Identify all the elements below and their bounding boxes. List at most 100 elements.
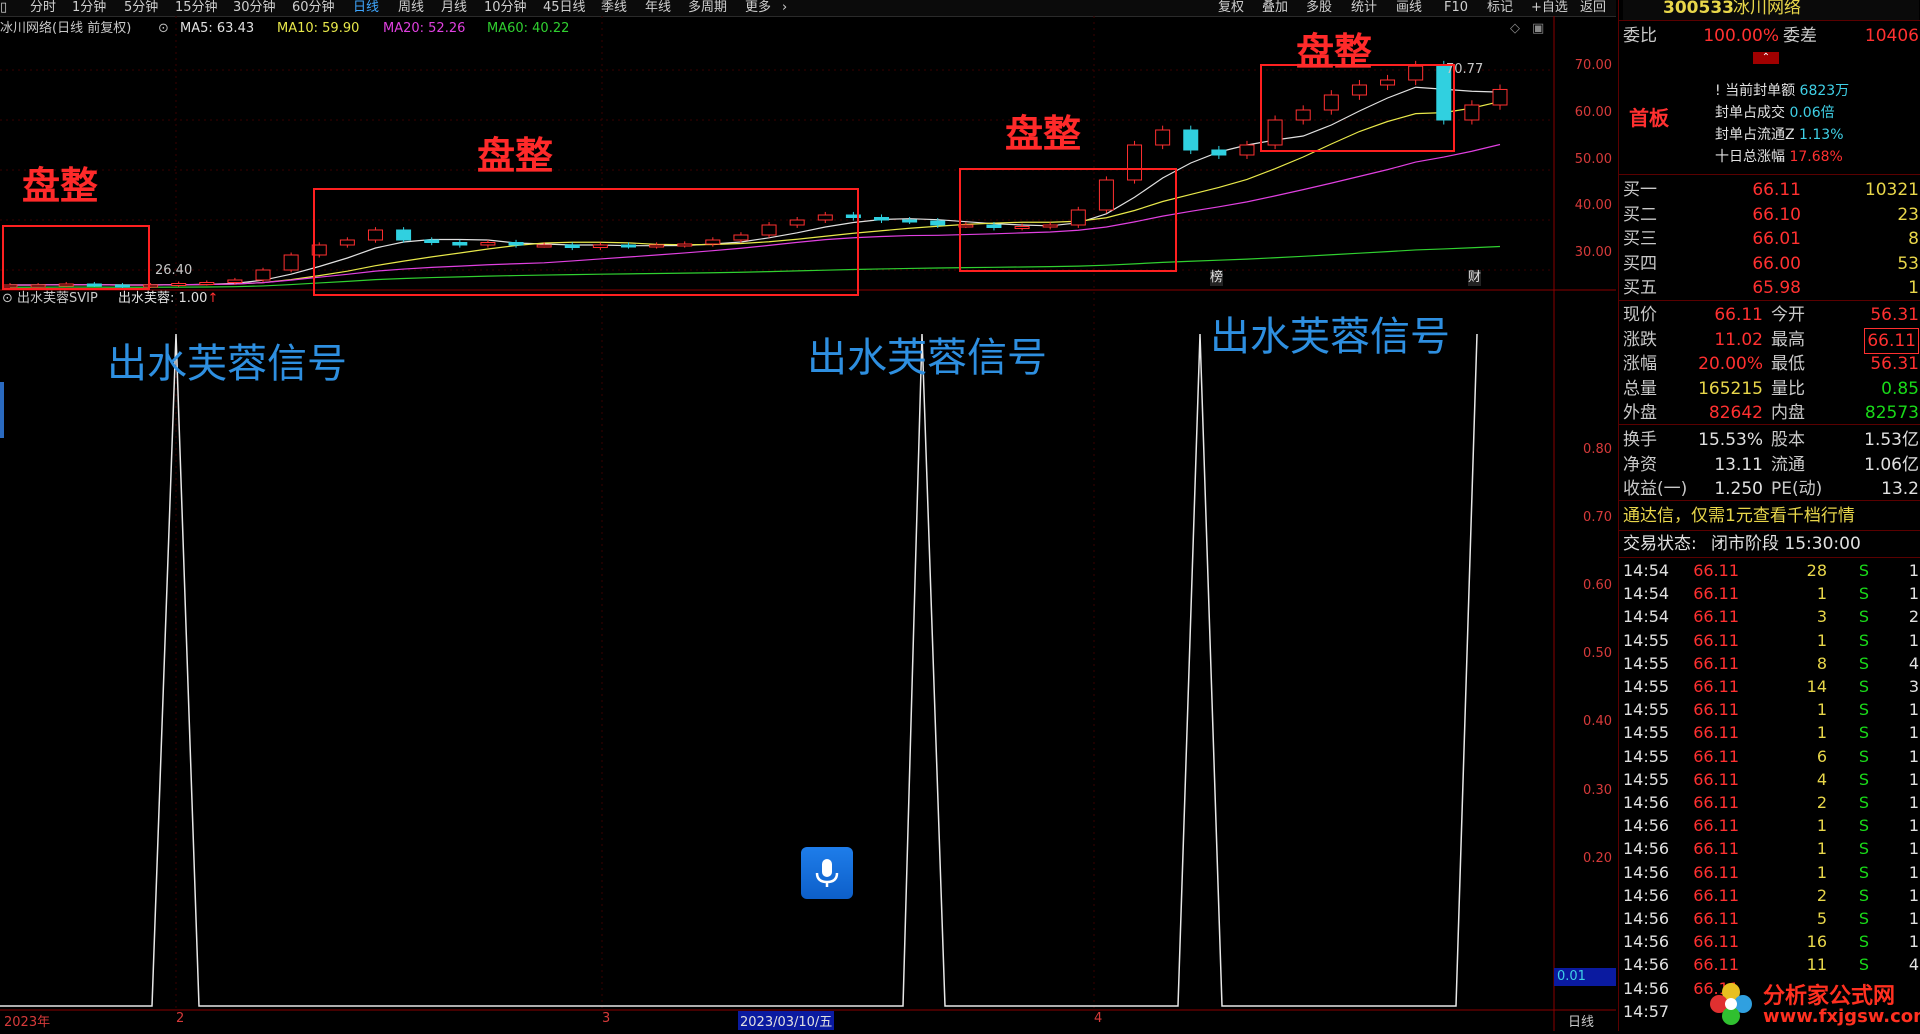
overlay-button[interactable]: 叠加 [1262, 0, 1288, 15]
bid-row[interactable]: 买一 66.11 10321 [1623, 178, 1919, 202]
draw-line-button[interactable]: 画线 [1396, 0, 1422, 15]
tick-row: 14:55 66.11 14 S 3 [1623, 677, 1919, 696]
indicator-axis-label: 0.50 [1583, 646, 1612, 661]
ma5-legend: MA5: 63.43 [180, 21, 255, 36]
quote-row: 涨跌 11.02 最高 66.11 [1623, 327, 1919, 354]
candle [1183, 129, 1199, 151]
tab-more[interactable]: 更多 [745, 0, 771, 15]
side-panel-handle[interactable] [0, 382, 4, 438]
price-axis-label: 40.00 [1574, 198, 1612, 213]
signal-line [0, 333, 1478, 1007]
indicator-value: 出水芙蓉: 1.00↑ [118, 291, 219, 306]
indicator-axis-label: 0.60 [1583, 578, 1612, 593]
tick-row: 14:55 66.11 6 S 1 [1623, 746, 1919, 766]
diamond-icon[interactable]: ◇ [1510, 21, 1520, 37]
tick-row: 14:54 66.11 28 S 1 [1623, 561, 1919, 580]
tab-5min[interactable]: 5分钟 [124, 0, 158, 15]
indicator-axis-label: 0.70 [1583, 510, 1612, 525]
multi-stock-button[interactable]: 多股 [1306, 0, 1332, 15]
fundamental-row: 净资 13.11 流通 1.06亿 [1623, 454, 1919, 475]
price-axis-label: 50.00 [1574, 152, 1612, 167]
stock-name: 冰川网络 [1733, 0, 1801, 18]
statistics-button[interactable]: 统计 [1351, 0, 1377, 15]
bid-row[interactable]: 买二 66.10 23 [1623, 203, 1919, 227]
candle [1492, 88, 1508, 106]
stock-header: 300533 冰川网络 [1623, 0, 1919, 20]
bid-row[interactable]: 买五 65.98 1 [1623, 276, 1919, 300]
quote-panel: 300533 冰川网络 委比 100.00% 委差 10406 ⌃ 首板 ! 当… [1618, 0, 1920, 1031]
tick-row: 14:55 66.11 1 S 1 [1623, 700, 1919, 720]
low-price-label: 26.40 [155, 263, 193, 278]
tick-row: 14:55 66.11 4 S 1 [1623, 769, 1919, 789]
toolbar-menu-icon[interactable]: ▯ [0, 0, 7, 15]
candle [930, 220, 946, 226]
financial-marker[interactable]: 财 [1468, 270, 1482, 286]
tick-row: 14:54 66.11 1 S 1 [1623, 584, 1919, 604]
tick-row: 14:56 66.11 2 S 1 [1623, 885, 1919, 905]
tab-1min[interactable]: 1分钟 [72, 0, 106, 15]
candle [199, 282, 215, 285]
tab-fenshi[interactable]: 分时 [30, 0, 56, 15]
candle [1155, 129, 1171, 146]
quote-row: 现价 66.11 今开 56.31 [1623, 305, 1919, 325]
period-label[interactable]: 日线 [1568, 1011, 1594, 1030]
indicator-axis-label: 0.30 [1583, 783, 1612, 798]
candle [171, 283, 187, 286]
signal-label: 出水芙蓉信号 [1210, 314, 1450, 360]
tick-row: 14:56 66.11 1 S 1 [1623, 816, 1919, 836]
indicator-name: ⊙ 出水芙蓉SVIP [2, 291, 98, 306]
consolidation-label: 盘整 [477, 134, 554, 178]
add-watchlist-button[interactable]: +自选 [1531, 0, 1568, 15]
expand-chevron-icon[interactable]: ⌃ [1753, 52, 1779, 64]
consolidation-label: 盘整 [22, 164, 99, 208]
tab-45day[interactable]: 45日线 [543, 0, 586, 15]
tick-row: 14:55 66.11 8 S 4 [1623, 653, 1919, 673]
stock-code: 300533 [1663, 0, 1734, 18]
consolidation-box [313, 188, 859, 296]
tick-row: 14:56 66.11 16 S 1 [1623, 932, 1919, 952]
tick-row: 14:54 66.11 3 S 2 [1623, 607, 1919, 627]
tab-quarter[interactable]: 季线 [601, 0, 627, 15]
bid-row[interactable]: 买四 66.00 53 [1623, 252, 1919, 276]
tab-multi-period[interactable]: 多周期 [688, 0, 727, 15]
tick-row: 14:56 66.11 1 S 1 [1623, 839, 1919, 859]
ma10-legend: MA10: 59.90 [277, 21, 360, 36]
tab-10min[interactable]: 10分钟 [484, 0, 527, 15]
more-chevron-icon[interactable]: › [782, 0, 787, 15]
tick-row: 14:55 66.11 1 S 1 [1623, 723, 1919, 743]
tab-60min[interactable]: 60分钟 [292, 0, 335, 15]
legend-toggle-icon[interactable]: ⊙ [158, 21, 169, 37]
restore-rights-button[interactable]: 复权 [1218, 0, 1244, 15]
mark-button[interactable]: 标记 [1487, 0, 1513, 15]
voice-input-button[interactable] [801, 847, 853, 899]
tab-15min[interactable]: 15分钟 [175, 0, 218, 15]
tab-year[interactable]: 年线 [645, 0, 671, 15]
indicator-axis-label: 0.20 [1583, 851, 1612, 866]
candle [1211, 149, 1227, 156]
site-watermark: 分析家公式网 www.fxjgsw.com [1705, 974, 1920, 1030]
back-button[interactable]: 返回 [1580, 0, 1606, 15]
fundamental-row: 换手 15.53% 股本 1.53亿 [1623, 430, 1919, 450]
tab-weekly[interactable]: 周线 [398, 0, 424, 15]
tab-daily[interactable]: 日线 [353, 0, 379, 15]
signal-label: 出水芙蓉信号 [807, 335, 1047, 381]
promo-link[interactable]: 通达信，仅需1元查看千档行情 [1623, 504, 1919, 528]
flower-logo-icon [1710, 983, 1752, 1025]
candle [1239, 144, 1255, 156]
tick-row: 14:56 66.11 5 S 1 [1623, 909, 1919, 928]
consolidation-box [959, 168, 1177, 272]
window-icon[interactable]: ▣ [1532, 21, 1544, 37]
indicator-axis-label: 0.80 [1583, 442, 1612, 457]
indicator-axis-label: 0.40 [1583, 714, 1612, 729]
bid-row[interactable]: 买三 66.01 8 [1623, 227, 1919, 251]
tab-30min[interactable]: 30分钟 [233, 0, 276, 15]
period-toolbar: ▯ 分时 1分钟 5分钟 15分钟 30分钟 60分钟 日线 周线 月线 10分… [0, 0, 1616, 17]
f10-button[interactable]: F10 [1444, 0, 1468, 15]
dragon-tiger-marker[interactable]: 榜 [1210, 270, 1224, 286]
ma20-legend: MA20: 52.26 [383, 21, 466, 36]
x-axis-month: 3 [602, 1011, 611, 1026]
price-axis-label: 70.00 [1574, 58, 1612, 73]
quote-row: 总量 165215 量比 0.85 [1623, 378, 1919, 399]
tab-monthly[interactable]: 月线 [441, 0, 467, 15]
candle [255, 269, 271, 281]
